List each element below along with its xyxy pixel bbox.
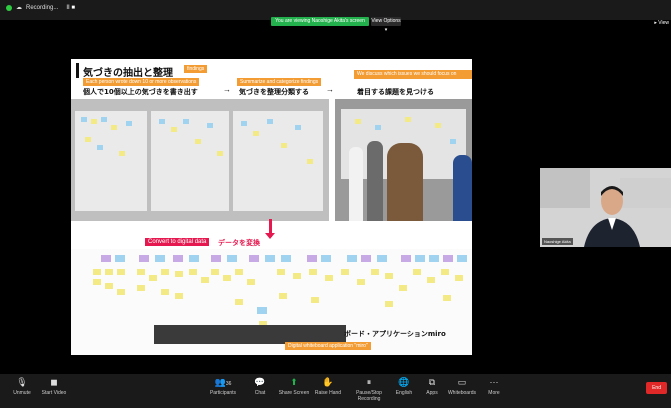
view-options-button[interactable]: View Options ▾ bbox=[371, 17, 401, 33]
start-video-button[interactable]: ◼ Start Video bbox=[34, 376, 74, 396]
meeting-toolbar: 🎙︎ Unmute ◼ Start Video 👥36 Participants… bbox=[0, 374, 671, 408]
step1-jp: 個人で10個以上の気づきを書き出す bbox=[83, 88, 198, 96]
chat-label: Chat bbox=[254, 390, 266, 396]
workshop-photo-left bbox=[71, 99, 329, 221]
security-shield-icon[interactable] bbox=[6, 4, 12, 11]
view-menu-button[interactable]: ▸ View bbox=[654, 20, 669, 26]
step2-en: Summarize and categorize findings bbox=[237, 78, 322, 86]
video-camera-off-icon: ◼ bbox=[50, 377, 58, 387]
step3-en: We discuss which issues we should focus … bbox=[354, 70, 472, 79]
step1-en: Each person wrote down 10 or more observ… bbox=[83, 78, 200, 86]
share-screen-label: Share Screen bbox=[278, 390, 310, 396]
person-figure bbox=[387, 143, 423, 221]
language-label: English bbox=[395, 390, 413, 396]
participants-icon: 👥36 bbox=[214, 377, 232, 387]
participants-button[interactable]: 👥36 Participants bbox=[203, 376, 243, 396]
start-video-label: Start Video bbox=[41, 390, 67, 396]
board-caption-en: Digital whiteboard application "miro" bbox=[285, 342, 371, 350]
workshop-photo-right bbox=[335, 99, 472, 221]
person-figure bbox=[367, 141, 383, 221]
step3-jp: 着目する課題を見つける bbox=[357, 88, 434, 96]
whiteboards-label: Whiteboards bbox=[447, 390, 477, 396]
pause-recording-label: Pause/Stop Recording bbox=[356, 390, 382, 402]
more-button[interactable]: ··· More bbox=[474, 376, 514, 396]
person-figure bbox=[453, 155, 472, 221]
participants-count: 36 bbox=[225, 381, 232, 387]
raise-hand-button[interactable]: ✋ Raise Hand bbox=[308, 376, 348, 396]
more-label: More bbox=[488, 390, 500, 396]
raise-hand-label: Raise Hand bbox=[314, 390, 342, 396]
recording-indicator[interactable]: ☁ Recording... II ■ bbox=[6, 4, 75, 11]
participant-name: Naoshige Akita bbox=[542, 238, 573, 245]
findings-tag: findings bbox=[184, 65, 208, 73]
raise-hand-icon: ✋ bbox=[322, 377, 334, 387]
convert-jp: データを変換 bbox=[218, 239, 260, 247]
participant-video[interactable]: Naoshige Akita bbox=[540, 168, 671, 247]
down-arrow-icon bbox=[265, 233, 275, 239]
recording-label: Recording... bbox=[26, 4, 59, 11]
arrow-1: → bbox=[223, 85, 231, 94]
step2-jp: 気づきを整理分類する bbox=[239, 88, 309, 96]
apps-label: Apps bbox=[426, 390, 438, 396]
end-meeting-button[interactable]: End bbox=[646, 382, 667, 394]
unmute-label: Unmute bbox=[13, 390, 31, 396]
more-icon: ··· bbox=[489, 377, 499, 387]
person-figure bbox=[349, 147, 363, 221]
slide-title: 気づきの抽出と整理 bbox=[83, 68, 173, 79]
arrow-2: → bbox=[326, 85, 334, 94]
title-bar-decoration bbox=[76, 63, 79, 78]
board-caption-jp: ボード・アプリケーションmiro bbox=[344, 330, 446, 338]
share-banner: You are viewing Naoshige Akita's screen bbox=[271, 17, 369, 26]
shared-slide: 気づきの抽出と整理 findings Each person wrote dow… bbox=[71, 59, 472, 355]
cloud-icon: ☁ bbox=[16, 5, 22, 11]
participant-avatar bbox=[540, 168, 671, 247]
participants-label: Participants bbox=[209, 390, 237, 396]
convert-en: Convert to digital data bbox=[145, 238, 210, 246]
recording-controls[interactable]: II ■ bbox=[66, 5, 75, 11]
